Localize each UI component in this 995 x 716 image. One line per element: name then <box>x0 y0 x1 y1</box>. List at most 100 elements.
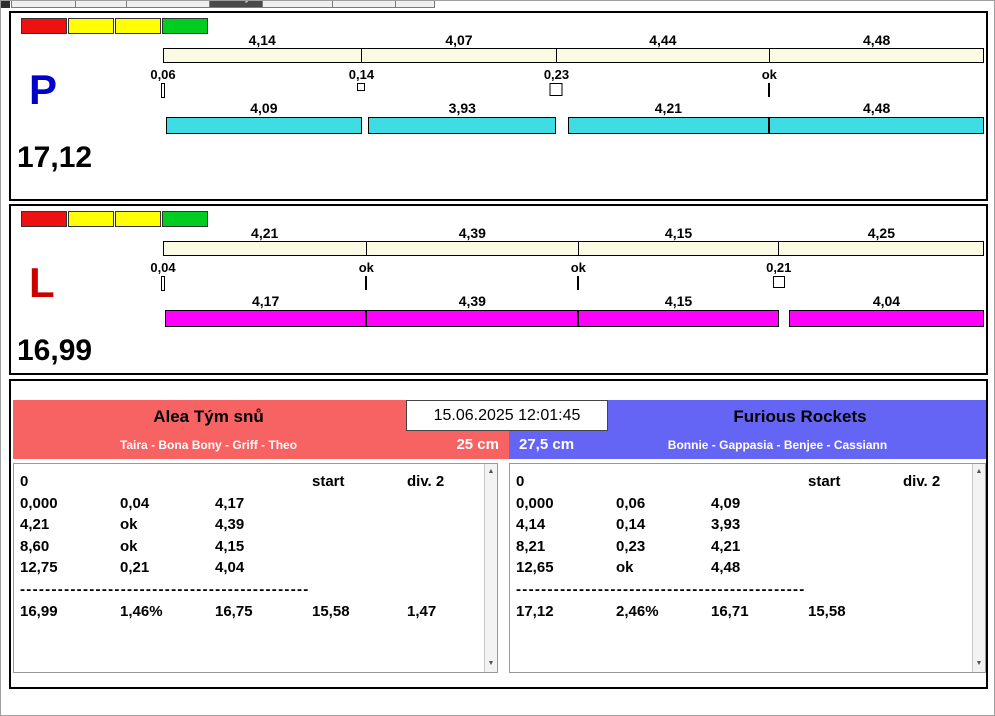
team-left-results-pane: 0 start div. 2 0,000 0,04 4,17 4,21 ok 4,39 8,60 o… <box>13 463 498 673</box>
divider-row: ----------------------------------------… <box>516 580 806 598</box>
table-cell: div. 2 <box>903 473 941 490</box>
ideal-split-time: 4,39 <box>458 225 486 241</box>
fault-value-label: 0,14 <box>348 67 375 82</box>
measured-bar-segment <box>769 117 984 134</box>
tab-idla[interactable]: Čidla <box>76 1 127 8</box>
scroll-down-icon[interactable]: ▼ <box>485 657 497 671</box>
lap-row: 8,60 ok 4,15 <box>20 536 483 558</box>
table-cell: 4,39 <box>215 516 245 534</box>
app-window: RozběhČidlaKombi GrafGrafyDružstvaKR / 5… <box>0 0 995 716</box>
table-cell: 17,12 <box>516 602 554 620</box>
table-header-row: 0 start div. 2 <box>516 471 971 493</box>
ideal-bar-segment <box>163 48 363 63</box>
measured-bar-segment <box>366 310 579 327</box>
results-table: 0 start div. 2 0,000 0,04 4,17 4,21 ok 4,39 8,60 o… <box>14 464 497 622</box>
table-cell: 0,000 <box>20 494 58 512</box>
fault-box-icon <box>549 83 563 96</box>
team-right-members: Bonnie - Gappasia - Benjee - Cassiann <box>667 438 888 452</box>
start-light <box>68 211 114 227</box>
fault-labels: 0,04 ok ok 0,21 <box>150 260 984 275</box>
measured-bar-segment <box>567 117 770 134</box>
table-cell: 4,48 <box>711 559 741 577</box>
table-cell: 0,23 <box>616 537 646 555</box>
vertical-scrollbar[interactable]: ▲ ▼ <box>972 464 985 672</box>
totals-row: 17,12 2,46% 16,71 15,58 <box>516 601 971 623</box>
measured-bar-segment <box>368 117 557 134</box>
table-cell: 0,000 <box>516 494 554 512</box>
table-cell: 4,21 <box>711 537 741 555</box>
fault-value-label: 0,04 <box>150 260 176 275</box>
measured-time-bar <box>163 117 984 134</box>
table-cell: 0,04 <box>120 494 150 512</box>
tab-rozb-h[interactable]: Rozběh <box>11 1 77 8</box>
tab-kombi-graf[interactable]: Kombi Graf <box>126 1 211 8</box>
fault-markers <box>161 276 984 292</box>
table-cell: 4,04 <box>215 559 245 577</box>
tab-grafy[interactable]: Grafy <box>210 1 263 8</box>
scroll-down-icon[interactable]: ▼ <box>973 657 985 671</box>
table-cell: 1,46% <box>120 602 163 620</box>
ok-tick-icon <box>577 276 580 290</box>
measured-bar-segment <box>165 117 362 134</box>
table-cell: ok <box>120 537 138 555</box>
ideal-bar-segment <box>163 241 368 256</box>
fault-value-label: 0,23 <box>543 67 570 82</box>
table-cell: 4,21 <box>20 516 50 534</box>
start-light <box>68 18 114 34</box>
measured-bar-segment <box>788 310 984 327</box>
measured-split-time: 4,21 <box>654 100 683 116</box>
ideal-split-time: 4,07 <box>445 32 473 48</box>
start-light <box>115 18 161 34</box>
window-corner <box>1 1 10 8</box>
measured-split-time: 4,39 <box>458 293 486 309</box>
table-cell: 15,58 <box>808 602 846 620</box>
lap-row: 4,21 ok 4,39 <box>20 514 483 536</box>
table-cell: 0,06 <box>616 494 646 512</box>
lane-total-time: 17,12 <box>17 141 93 174</box>
measured-split-time: 4,04 <box>872 293 901 309</box>
results-section: Alea Tým snů Taira - Bona Bony - Griff -… <box>9 379 988 689</box>
measured-split-time: 4,15 <box>664 293 693 309</box>
table-header-row: 0 start div. 2 <box>20 471 483 493</box>
table-cell: start <box>808 473 841 490</box>
tab-dz[interactable]: DZ <box>396 1 436 8</box>
table-cell: 0,14 <box>616 516 646 534</box>
ideal-bar-segment <box>366 241 579 256</box>
ideal-bar-segment <box>577 241 779 256</box>
tab-kr-54[interactable]: KR / 54 <box>333 1 397 8</box>
totals-row: 16,99 1,46% 16,75 15,58 1,47 <box>20 601 483 623</box>
table-cell: 12,75 <box>20 559 58 577</box>
fault-box-icon <box>357 83 366 91</box>
measured-time-bar <box>163 310 984 327</box>
fault-value-label: ok <box>761 67 777 82</box>
table-cell: div. 2 <box>407 473 445 490</box>
ideal-split-time: 4,14 <box>248 32 276 48</box>
datetime-display: 15.06.2025 12:01:45 <box>406 400 608 431</box>
table-cell: start <box>312 473 345 490</box>
fault-box-icon <box>161 276 165 291</box>
team-right-jump-height: 27,5 cm <box>519 436 575 453</box>
tab-dru-stva[interactable]: Družstva <box>262 1 334 8</box>
measured-split-time: 3,93 <box>448 100 476 116</box>
measured-split-time: 4,09 <box>250 100 278 116</box>
team-right-results-pane: 0 start div. 2 0,000 0,06 4,09 4,14 0,14 3,93 8,2… <box>509 463 986 673</box>
divider-row: ----------------------------------------… <box>20 580 310 598</box>
scroll-up-icon[interactable]: ▲ <box>485 465 497 479</box>
lane-letter: P <box>29 66 58 113</box>
table-cell: 1,47 <box>407 602 437 620</box>
table-cell: ok <box>120 516 138 534</box>
start-light <box>115 211 161 227</box>
vertical-scrollbar[interactable]: ▲ ▼ <box>484 464 497 672</box>
ideal-bar-segment <box>556 48 770 63</box>
fault-markers <box>161 83 984 99</box>
table-cell: 0 <box>516 473 525 490</box>
start-light <box>21 211 67 227</box>
ideal-bar-segment <box>778 241 984 256</box>
scroll-up-icon[interactable]: ▲ <box>973 465 985 479</box>
measured-split-labels: 4,09 3,93 4,21 4,48 <box>163 100 984 116</box>
start-light <box>21 18 67 34</box>
ideal-bar-segment <box>361 48 558 63</box>
team-left-members: Taira - Bona Bony - Griff - Theo <box>119 438 298 452</box>
ideal-split-labels: 4,21 4,39 4,15 4,25 <box>163 225 984 241</box>
ok-tick-icon <box>365 276 368 290</box>
